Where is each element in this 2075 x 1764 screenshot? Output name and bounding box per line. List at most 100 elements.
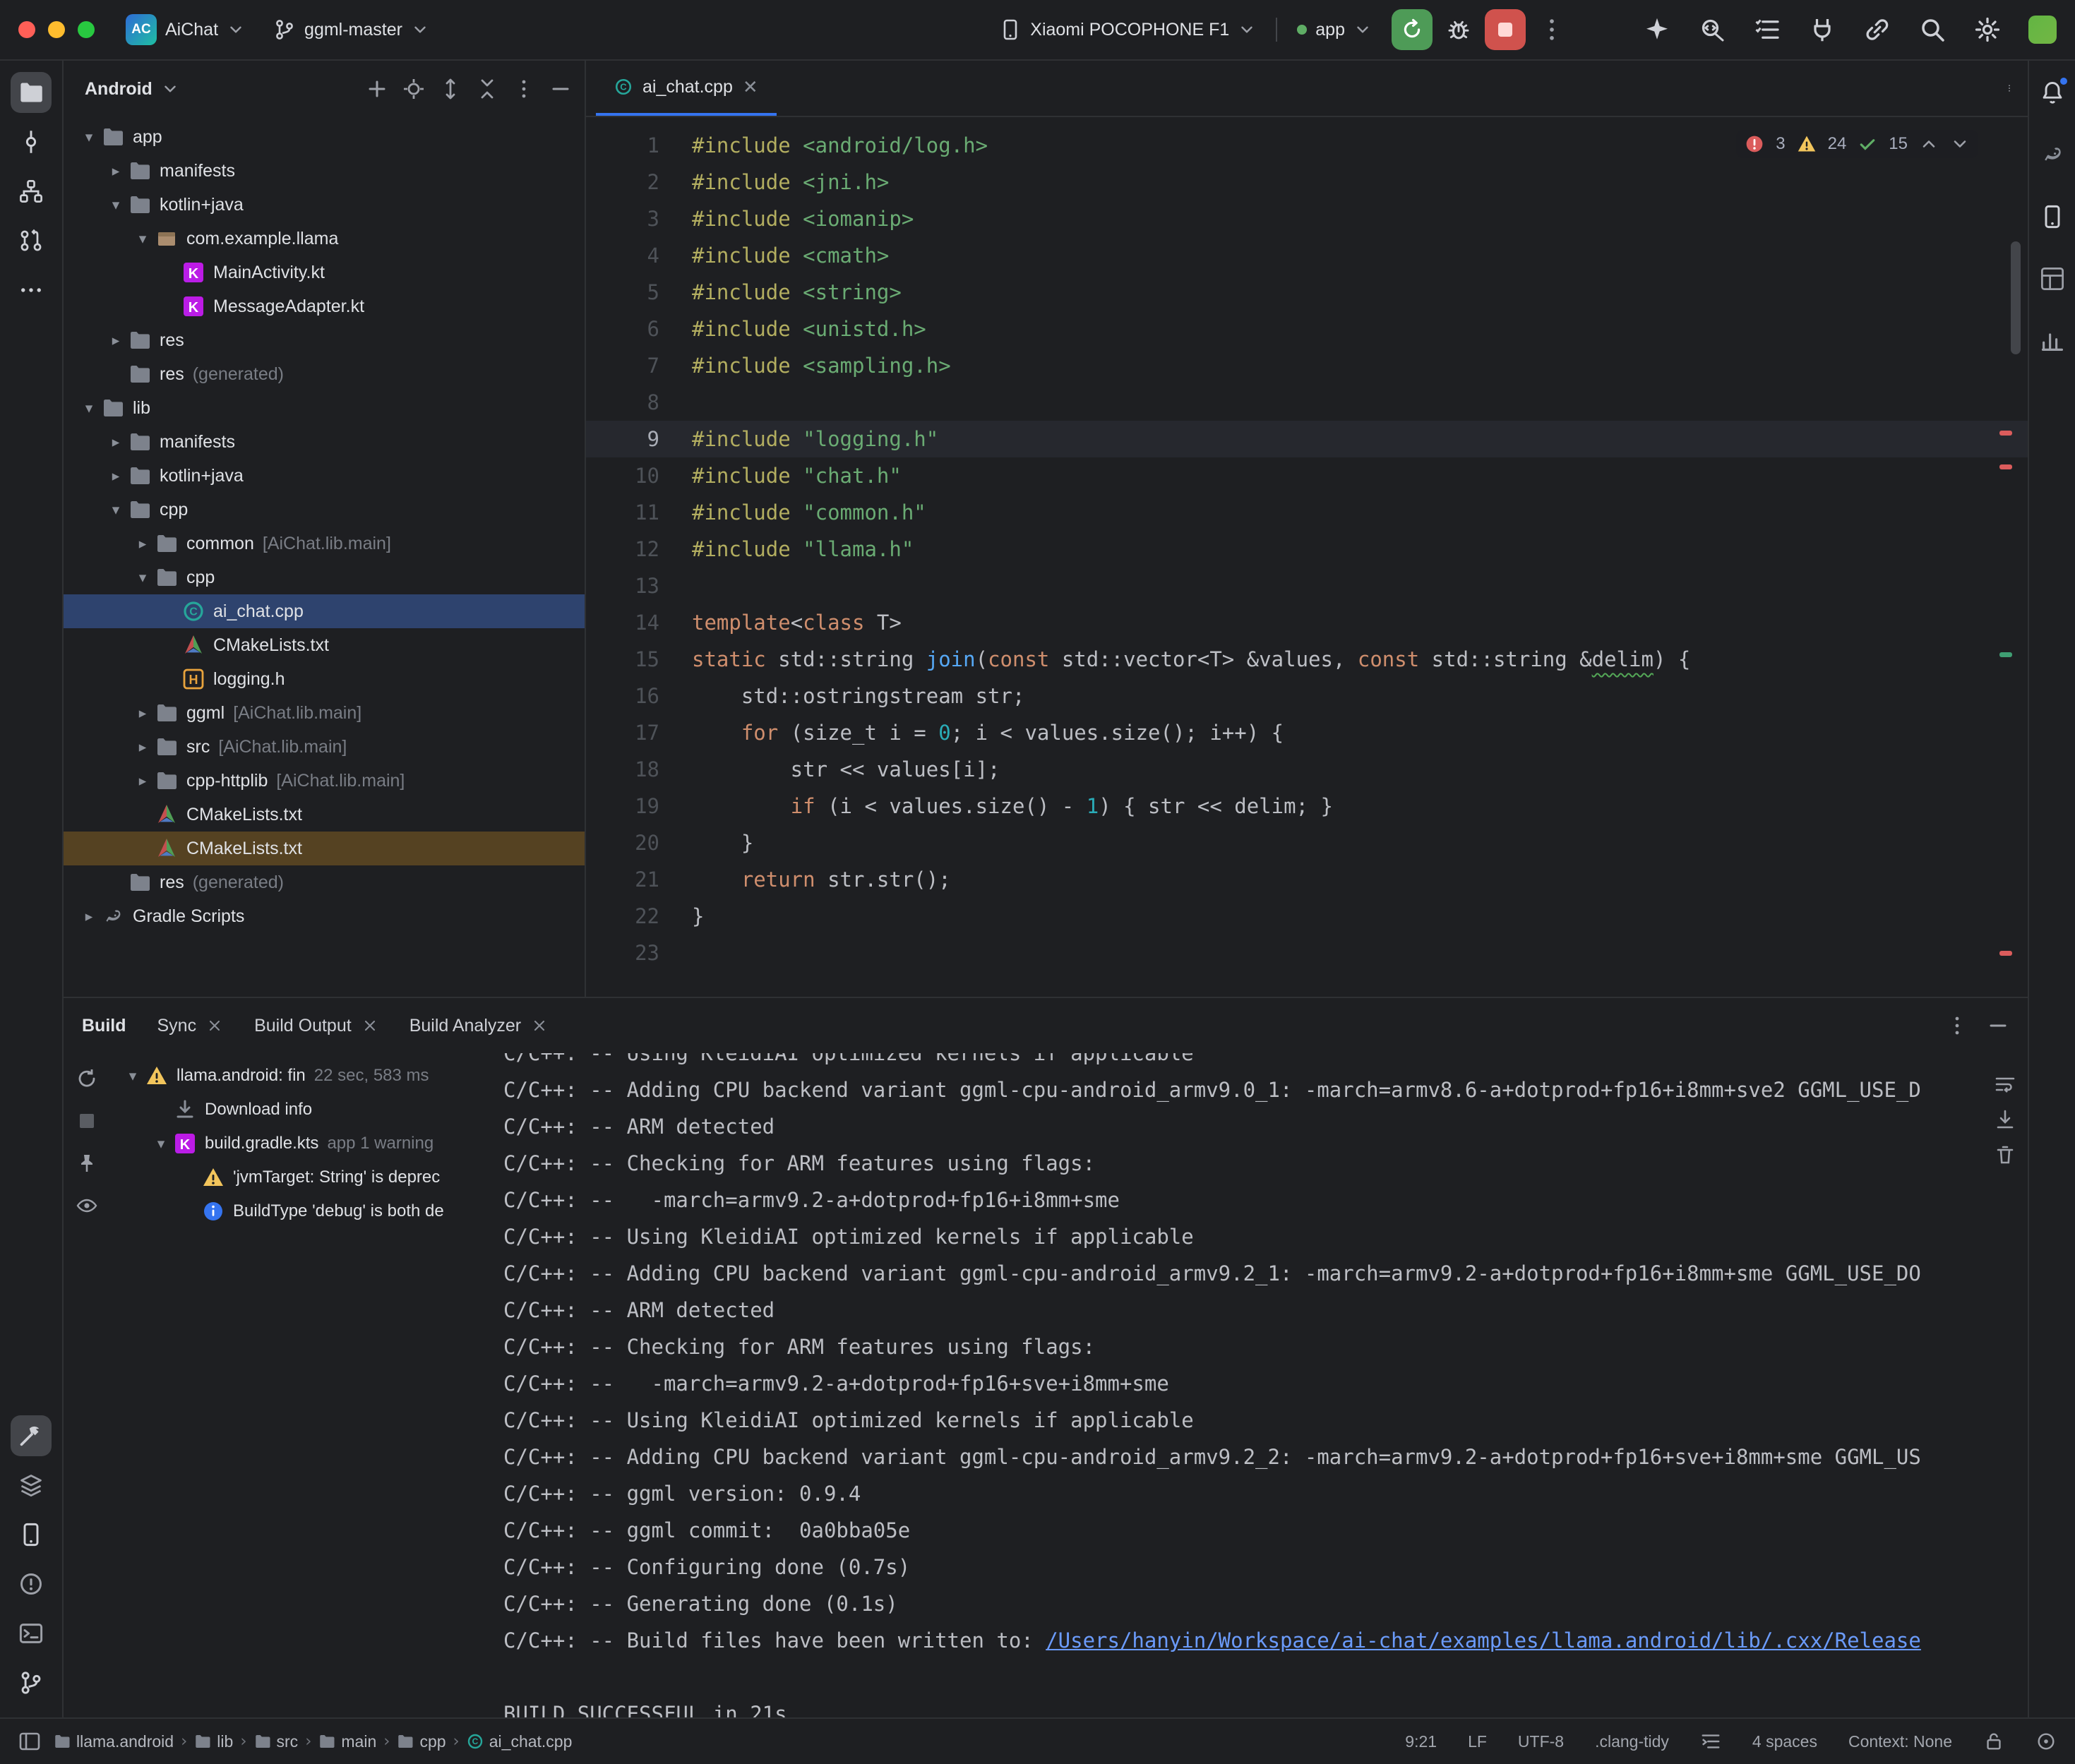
console-file-link[interactable]: /Users/hanyin/Workspace/ai-chat/examples… (1046, 1628, 1921, 1652)
clear-console-icon[interactable] (1994, 1144, 2016, 1166)
minimize-window-button[interactable] (48, 21, 65, 38)
layout-inspector-button[interactable] (2032, 258, 2073, 299)
editor-scrollbar[interactable] (2011, 241, 2021, 354)
app-inspection-tool-button[interactable] (11, 1465, 52, 1506)
hide-panel-icon[interactable] (549, 78, 572, 100)
user-avatar[interactable] (2028, 16, 2057, 44)
scroll-to-end-icon[interactable] (1994, 1108, 2016, 1131)
pull-requests-tool-button[interactable] (11, 220, 52, 261)
soft-wrap-icon[interactable] (1994, 1073, 2016, 1096)
next-problem-icon[interactable] (1950, 134, 1970, 154)
chevron-open-icon[interactable]: ▾ (76, 400, 102, 416)
gradle-tool-button[interactable] (2032, 134, 2073, 175)
vcs-branch-widget[interactable]: ggml-master (266, 13, 436, 47)
tree-item-build-gradle-kts[interactable]: ▾Kbuild.gradle.ktsapp 1 warning (110, 1127, 498, 1160)
tree-item-gradle-scripts[interactable]: ▸Gradle Scripts (64, 899, 585, 933)
plugins-icon[interactable] (1808, 16, 1836, 44)
chevron-closed-icon[interactable]: ▸ (103, 433, 128, 450)
version-control-tool-button[interactable] (11, 1662, 52, 1703)
tree-item-download-info[interactable]: Download info (110, 1093, 498, 1127)
change-stripe-mark[interactable] (1999, 652, 2012, 657)
tree-item-kotlin-java[interactable]: ▸kotlin+java (64, 459, 585, 493)
tree-item-com-example-llama[interactable]: ▾com.example.llama (64, 222, 585, 256)
editor-tab-ai-chat-cpp[interactable]: C ai_chat.cpp ✕ (596, 61, 777, 116)
notifications-button[interactable] (2032, 72, 2073, 113)
tree-item-mainactivity-kt[interactable]: KMainActivity.kt (64, 256, 585, 289)
project-widget[interactable]: AC AiChat (119, 8, 252, 51)
chevron-closed-icon[interactable]: ▸ (103, 467, 128, 484)
code-line-11[interactable]: 11#include "common.h" (586, 494, 2028, 531)
code-line-19[interactable]: 19 if (i < values.size() - 1) { str << d… (586, 788, 2028, 824)
tree-item-ai-chat-cpp[interactable]: Cai_chat.cpp (64, 594, 585, 628)
code-line-20[interactable]: 20 } (586, 824, 2028, 861)
expand-selection-icon[interactable] (439, 78, 462, 100)
tree-item-res[interactable]: res(generated) (64, 357, 585, 391)
tree-item-cpp-httplib[interactable]: ▸cpp-httplib[AiChat.lib.main] (64, 764, 585, 798)
caret-position[interactable]: 9:21 (1405, 1732, 1437, 1751)
code-line-8[interactable]: 8 (586, 384, 2028, 421)
tree-item-lib[interactable]: ▾lib (64, 391, 585, 425)
tree-item-res[interactable]: res(generated) (64, 865, 585, 899)
breadcrumb-item-ai-chat-cpp[interactable]: Cai_chat.cpp (467, 1732, 573, 1751)
line-separator[interactable]: LF (1468, 1732, 1487, 1751)
stop-button[interactable] (1485, 9, 1526, 50)
code-line-23[interactable]: 23 (586, 935, 2028, 971)
breadcrumb-item-llama-android[interactable]: llama.android (54, 1732, 174, 1751)
chevron-closed-icon[interactable]: ▸ (103, 332, 128, 349)
collapse-all-icon[interactable] (476, 78, 498, 100)
add-icon[interactable] (366, 78, 388, 100)
code-line-13[interactable]: 13 (586, 568, 2028, 604)
tree-item-llama-android-fin[interactable]: ▾llama.android: fin22 sec, 583 ms (110, 1059, 498, 1093)
run-configuration-selector[interactable]: app (1290, 14, 1379, 46)
chevron-open-icon[interactable]: ▾ (76, 128, 102, 145)
more-options-icon[interactable] (513, 78, 535, 100)
chevron-open-icon[interactable]: ▾ (103, 501, 128, 518)
chevron-closed-icon[interactable]: ▸ (130, 738, 155, 755)
device-selector[interactable]: Xiaomi POCOPHONE F1 (992, 13, 1263, 47)
tree-item-cpp[interactable]: ▾cpp (64, 560, 585, 594)
commit-tool-button[interactable] (11, 121, 52, 162)
code-line-4[interactable]: 4#include <cmath> (586, 237, 2028, 274)
code-line-14[interactable]: 14template<class T> (586, 604, 2028, 641)
code-line-9[interactable]: 9#include "logging.h" (586, 421, 2028, 457)
build-console[interactable]: C/C++: -- Using KleidiAI optimized kerne… (498, 1053, 2028, 1717)
close-tab-icon[interactable] (361, 1017, 378, 1034)
build-panel-title[interactable]: Build (82, 1016, 126, 1036)
structure-tool-button[interactable] (11, 171, 52, 212)
chevron-closed-icon[interactable]: ▸ (103, 162, 128, 179)
build-tool-button[interactable] (11, 1415, 52, 1456)
more-options-icon[interactable] (1946, 1014, 1968, 1037)
prev-problem-icon[interactable] (1919, 134, 1939, 154)
code-line-5[interactable]: 5#include <string> (586, 274, 2028, 311)
file-encoding[interactable]: UTF-8 (1518, 1732, 1564, 1751)
ai-assistant-icon[interactable] (1643, 16, 1671, 44)
code-line-6[interactable]: 6#include <unistd.h> (586, 311, 2028, 347)
device-explorer-tool-button[interactable] (11, 1514, 52, 1555)
locate-file-icon[interactable] (402, 78, 425, 100)
pin-icon[interactable] (76, 1152, 98, 1175)
chevron-closed-icon[interactable]: ▸ (130, 535, 155, 552)
build-tab-sync[interactable]: Sync (157, 1016, 224, 1036)
indent-size[interactable]: 4 spaces (1752, 1732, 1817, 1751)
terminal-tool-button[interactable] (11, 1613, 52, 1654)
resync-icon[interactable] (76, 1067, 98, 1090)
chevron-open-icon[interactable]: ▾ (130, 230, 155, 247)
chevron-open-icon[interactable]: ▾ (103, 196, 128, 213)
tool-window-toggle-icon[interactable] (18, 1730, 41, 1753)
code-line-16[interactable]: 16 std::ostringstream str; (586, 678, 2028, 714)
close-window-button[interactable] (18, 21, 35, 38)
breadcrumb-item-cpp[interactable]: cpp (397, 1732, 446, 1751)
task-list-icon[interactable] (1753, 16, 1781, 44)
context-widget[interactable]: Context: None (1848, 1732, 1952, 1751)
preview-eye-icon[interactable] (76, 1194, 98, 1217)
tree-item-logging-h[interactable]: Hlogging.h (64, 662, 585, 696)
rerun-button[interactable] (1392, 9, 1433, 50)
error-stripe-mark[interactable] (1999, 951, 2012, 956)
tree-item-messageadapter-kt[interactable]: KMessageAdapter.kt (64, 289, 585, 323)
close-tab-icon[interactable]: ✕ (743, 76, 758, 98)
tree-item-cmakelists-txt[interactable]: CMakeLists.txt (64, 628, 585, 662)
tree-item-common[interactable]: ▸common[AiChat.lib.main] (64, 527, 585, 560)
close-tab-icon[interactable] (531, 1017, 548, 1034)
zoom-window-button[interactable] (78, 21, 95, 38)
settings-gear-icon[interactable] (1973, 16, 2002, 44)
